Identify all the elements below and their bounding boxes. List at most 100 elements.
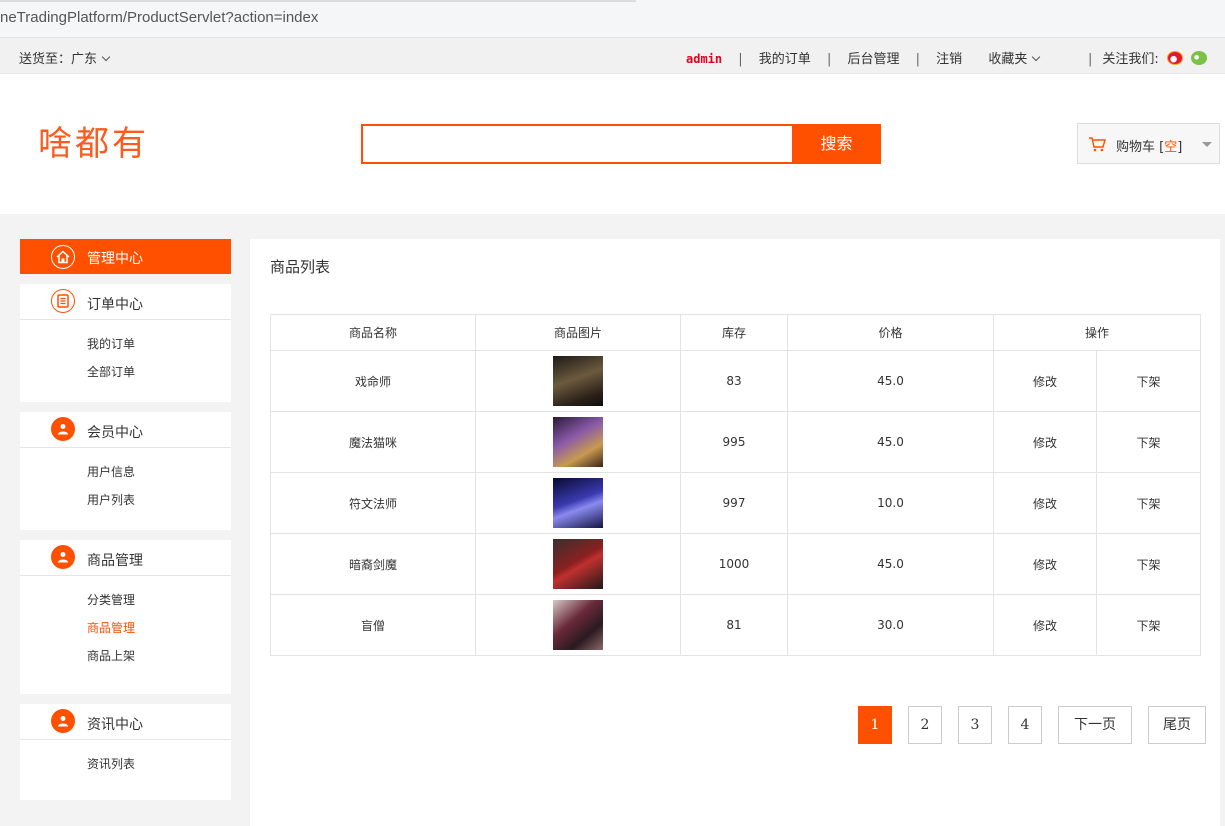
divider: | [738, 52, 743, 67]
ship-to-label: 送货至：广东 [19, 52, 98, 67]
product-name: 盲僧 [270, 594, 476, 656]
page-2-button[interactable]: 2 [908, 706, 942, 744]
logout-link[interactable]: 注销 [936, 48, 962, 67]
product-stock: 83 [680, 350, 788, 412]
sidebar-head-label: 管理中心 [87, 251, 143, 267]
page-3-button[interactable]: 3 [958, 706, 992, 744]
search-input[interactable] [363, 126, 793, 162]
product-price: 10.0 [787, 472, 994, 534]
divider: | [915, 52, 921, 67]
user-icon [51, 417, 75, 441]
product-image[interactable] [553, 417, 603, 467]
sidebar-section-items: 用户信息 用户列表 [20, 448, 231, 530]
product-image[interactable] [553, 539, 603, 589]
product-image-cell [475, 533, 681, 595]
product-name: 魔法猫咪 [270, 411, 476, 473]
browser-address-bar[interactable]: neTradingPlatform/ProductServlet?action=… [0, 0, 1225, 38]
column-header: 商品图片 [475, 314, 681, 351]
sidebar-section-title[interactable]: 商品管理 [20, 540, 231, 576]
table-row: 戏命师 83 45.0 修改 下架 [270, 350, 1202, 412]
product-price: 45.0 [787, 350, 994, 412]
table-row: 暗裔剑魔 1000 45.0 修改 下架 [270, 533, 1202, 595]
product-image[interactable] [553, 600, 603, 650]
divider: | [826, 52, 832, 67]
take-down-link[interactable]: 下架 [1095, 350, 1202, 412]
sidebar-head[interactable]: 管理中心 [20, 239, 231, 274]
sidebar-item-news-list[interactable]: 资讯列表 [87, 754, 231, 782]
take-down-link[interactable]: 下架 [1095, 472, 1202, 534]
site-logo[interactable]: 啥都有 [38, 116, 149, 165]
sidebar-section-goods: 商品管理 分类管理 商品管理 商品上架 [20, 540, 231, 694]
my-orders-link[interactable]: 我的订单 [759, 48, 811, 67]
page-1-button[interactable]: 1 [858, 706, 892, 744]
take-down-link[interactable]: 下架 [1095, 594, 1202, 656]
take-down-link[interactable]: 下架 [1095, 533, 1202, 595]
column-header: 库存 [680, 314, 788, 351]
sidebar-section-title[interactable]: 订单中心 [20, 284, 231, 320]
ship-to-selector[interactable]: 送货至：广东 [19, 48, 111, 67]
username-link[interactable]: admin [686, 52, 722, 66]
sidebar-item-user-info[interactable]: 用户信息 [87, 462, 231, 490]
sidebar-section-items: 资讯列表 [20, 740, 231, 800]
edit-link[interactable]: 修改 [993, 411, 1097, 473]
admin-panel-link[interactable]: 后台管理 [847, 48, 899, 67]
product-name: 戏命师 [270, 350, 476, 412]
product-image[interactable] [553, 478, 603, 528]
goods-table: 商品名称 商品图片 库存 价格 操作 戏命师 83 45.0 修改 下架 魔法猫… [270, 314, 1202, 656]
sidebar-section-title[interactable]: 资讯中心 [20, 704, 231, 740]
sidebar-section-title[interactable]: 会员中心 [20, 412, 231, 448]
sidebar-item-all-orders[interactable]: 全部订单 [87, 362, 231, 390]
favorites-menu[interactable]: 收藏夹 [988, 48, 1041, 67]
sidebar-section-label: 会员中心 [87, 425, 143, 441]
column-header: 商品名称 [270, 314, 476, 351]
divider: | [1088, 52, 1093, 67]
product-image-cell [475, 594, 681, 656]
weibo-icon[interactable] [1166, 50, 1183, 65]
edit-link[interactable]: 修改 [993, 533, 1097, 595]
product-stock: 997 [680, 472, 788, 534]
favorites-label: 收藏夹 [988, 52, 1028, 67]
main-panel: 商品列表 商品名称 商品图片 库存 价格 操作 戏命师 83 45.0 修改 下… [250, 239, 1220, 826]
top-nav-bar: 送货至：广东 admin | 我的订单 | 后台管理 | 注销 收藏夹 | 关注我… [0, 38, 1225, 74]
table-row: 魔法猫咪 995 45.0 修改 下架 [270, 411, 1202, 473]
sidebar-item-category[interactable]: 分类管理 [87, 590, 231, 618]
page-4-button[interactable]: 4 [1008, 706, 1042, 744]
sidebar-item-my-orders[interactable]: 我的订单 [87, 334, 231, 362]
product-image[interactable] [553, 356, 603, 406]
url-text[interactable]: neTradingPlatform/ProductServlet?action=… [0, 9, 318, 26]
table-header-row: 商品名称 商品图片 库存 价格 操作 [270, 314, 1202, 351]
cart-status: 空 [1164, 140, 1178, 155]
sidebar-item-goods-publish[interactable]: 商品上架 [87, 646, 231, 674]
product-image-cell [475, 411, 681, 473]
sidebar-section-label: 订单中心 [87, 297, 143, 313]
edit-link[interactable]: 修改 [993, 350, 1097, 412]
sidebar-section-news: 资讯中心 资讯列表 [20, 704, 231, 800]
document-icon [51, 289, 75, 313]
page-title: 商品列表 [270, 258, 331, 276]
last-page-button[interactable]: 尾页 [1148, 706, 1206, 744]
product-price: 45.0 [787, 533, 994, 595]
sidebar-item-user-list[interactable]: 用户列表 [87, 490, 231, 518]
home-icon [51, 245, 75, 269]
table-row: 符文法师 997 10.0 修改 下架 [270, 472, 1202, 534]
edit-link[interactable]: 修改 [993, 472, 1097, 534]
column-header: 价格 [787, 314, 994, 351]
follow-us: | 关注我们: [1088, 48, 1208, 67]
search-button[interactable]: 搜索 [792, 124, 881, 164]
sidebar-section-label: 商品管理 [87, 553, 143, 569]
wechat-icon[interactable] [1191, 50, 1208, 65]
cart-label-close: ] [1177, 140, 1183, 155]
product-stock: 1000 [680, 533, 788, 595]
take-down-link[interactable]: 下架 [1095, 411, 1202, 473]
next-page-button[interactable]: 下一页 [1058, 706, 1132, 744]
search-box [361, 124, 793, 164]
sidebar-item-goods-manage[interactable]: 商品管理 [87, 618, 231, 646]
product-image-cell [475, 350, 681, 412]
sidebar-section-members: 会员中心 用户信息 用户列表 [20, 412, 231, 530]
cart-button[interactable]: 购物车 [空] [1077, 123, 1220, 164]
product-price: 30.0 [787, 594, 994, 656]
product-image-cell [475, 472, 681, 534]
edit-link[interactable]: 修改 [993, 594, 1097, 656]
chevron-down-icon [1032, 52, 1041, 62]
product-name: 暗裔剑魔 [270, 533, 476, 595]
